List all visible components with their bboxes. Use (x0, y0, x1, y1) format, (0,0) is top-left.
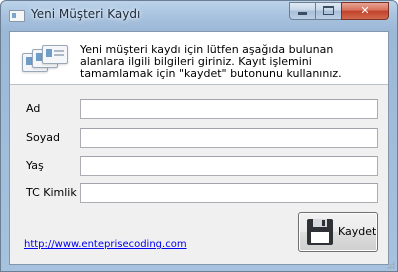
window-title: Yeni Müşteri Kaydı (31, 7, 141, 21)
input-yas[interactable] (80, 156, 378, 176)
minimize-icon (298, 12, 307, 15)
dialog-window: Yeni Müşteri Kaydı ✕ Yeni müşteri kaydı … (0, 0, 398, 272)
label-ad: Ad (26, 102, 41, 115)
label-soyad: Soyad (26, 131, 60, 144)
maximize-icon (323, 6, 334, 15)
card-shape (42, 45, 68, 64)
input-tc-kimlik[interactable] (80, 183, 378, 203)
title-bar[interactable]: Yeni Müşteri Kaydı ✕ (1, 1, 397, 31)
minimize-button[interactable] (289, 2, 316, 20)
save-button-label: Kaydet (338, 225, 377, 238)
customer-cards-icon (22, 44, 68, 74)
input-ad[interactable] (80, 99, 378, 119)
save-button[interactable]: Kaydet (298, 212, 378, 252)
header-instructions: Yeni müşteri kaydı için lütfen aşağıda b… (80, 43, 342, 80)
label-tc-kimlik: TC Kimlik (26, 186, 77, 199)
header-divider (10, 84, 388, 85)
close-button[interactable]: ✕ (341, 2, 389, 20)
close-icon: ✕ (360, 4, 370, 17)
window-app-icon (9, 10, 25, 22)
label-yas: Yaş (26, 159, 44, 172)
dialog-body: Yeni müşteri kaydı için lütfen aşağıda b… (9, 31, 389, 265)
input-soyad[interactable] (80, 128, 378, 148)
header-panel: Yeni müşteri kaydı için lütfen aşağıda b… (10, 32, 388, 84)
floppy-disk-icon (307, 219, 333, 245)
website-link[interactable]: http://www.enteprisecoding.com (24, 239, 187, 250)
maximize-button[interactable] (315, 2, 342, 20)
